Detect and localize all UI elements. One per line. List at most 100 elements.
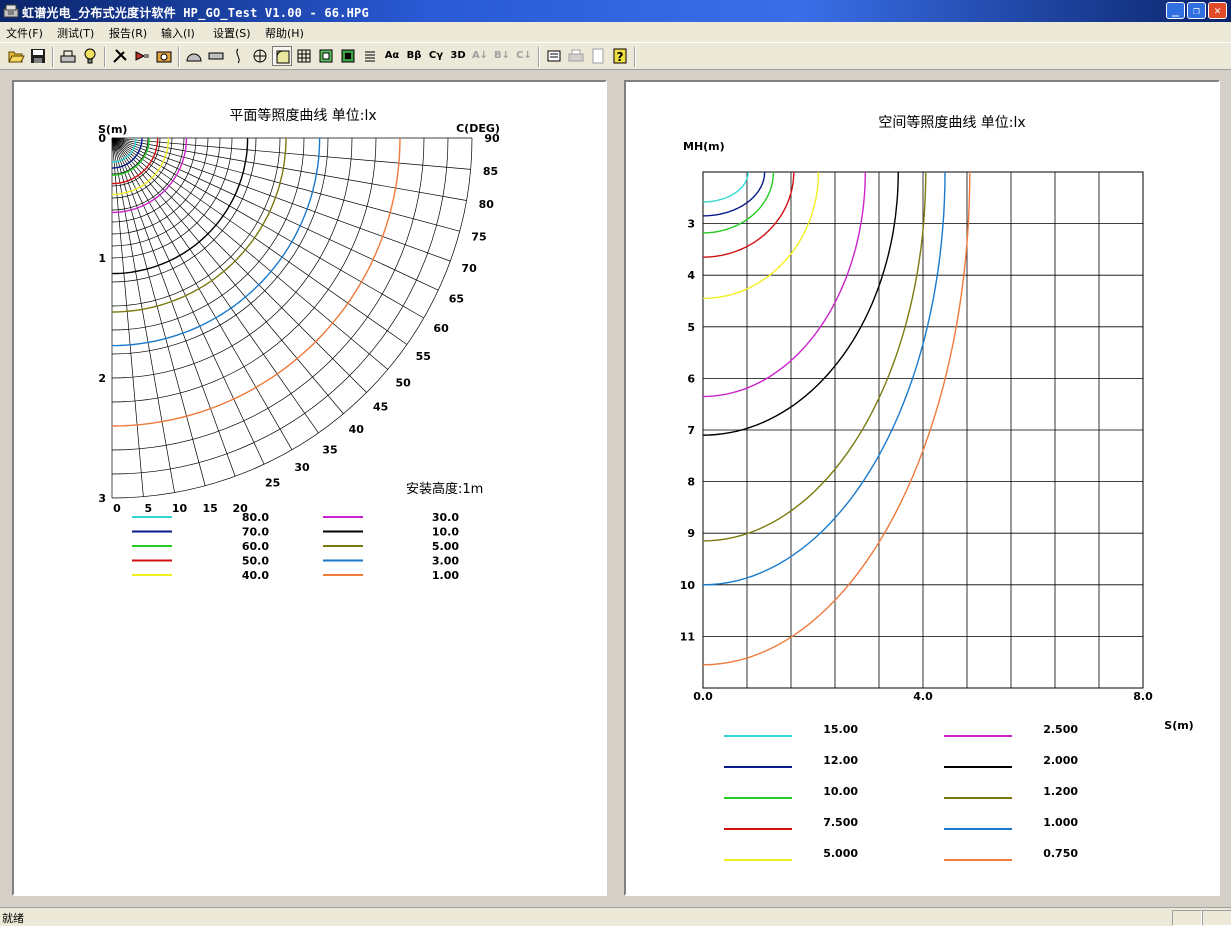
legend-label: 70.0 bbox=[242, 526, 269, 539]
b-beta-button[interactable]: Bβ bbox=[404, 46, 424, 66]
box-icon bbox=[319, 49, 333, 63]
legend-label: 10.0 bbox=[432, 526, 459, 539]
polar-tick-labels: 01230 5 10 15 202530354045505560657075808590 bbox=[98, 132, 500, 515]
stack-icon bbox=[365, 51, 375, 62]
menu-report[interactable]: 报告(R) bbox=[109, 25, 147, 41]
legend-label: 0.750 bbox=[1043, 847, 1078, 860]
menu-test[interactable]: 测试(T) bbox=[57, 25, 94, 41]
minimize-button[interactable]: _ bbox=[1166, 2, 1185, 19]
y-tick-label: 11 bbox=[680, 630, 695, 643]
window-title: 虹谱光电_分布式光度计软件 HP_GO_Test V1.00 - 66.HPG bbox=[22, 6, 369, 20]
status-panel bbox=[1202, 910, 1231, 926]
globe-button[interactable] bbox=[250, 46, 270, 66]
y-tick-label: 10 bbox=[680, 579, 696, 592]
radius-tick-label: 3 bbox=[98, 492, 106, 505]
angle-tick-label: 75 bbox=[471, 230, 486, 243]
isolux-curve bbox=[702, 171, 866, 398]
polar-grid bbox=[111, 137, 473, 499]
spatial-isolux-chart: 空间等照度曲线 单位:lx MH(m) S(m) 3 4 5 6 7 8 9 10 11 0.0 4… bbox=[680, 114, 1194, 861]
angle-tick-label: 80 bbox=[479, 198, 495, 211]
y-tick-label: 7 bbox=[687, 424, 695, 437]
measure-icon bbox=[60, 50, 76, 63]
stack-button[interactable] bbox=[360, 46, 380, 66]
print-button[interactable] bbox=[566, 46, 586, 66]
x-axis-label: S(m) bbox=[1164, 719, 1193, 732]
print-icon bbox=[568, 49, 584, 62]
radial-spoke bbox=[111, 137, 424, 319]
grid-button[interactable] bbox=[294, 46, 314, 66]
isolux-curve bbox=[702, 171, 899, 436]
menu-settings[interactable]: 设置(S) bbox=[213, 25, 251, 41]
lamp-button[interactable] bbox=[80, 46, 100, 66]
open-folder-icon bbox=[8, 51, 25, 63]
luminance-icon bbox=[186, 53, 202, 62]
globe-icon bbox=[253, 49, 267, 63]
status-panel bbox=[1172, 910, 1202, 926]
angle-tick-label: 15 bbox=[203, 502, 218, 515]
3d-button[interactable]: 3D bbox=[448, 46, 468, 66]
angle-tick-label: 50 bbox=[395, 376, 411, 389]
angle-tick-label: 40 bbox=[349, 423, 365, 436]
measure-button[interactable] bbox=[58, 46, 78, 66]
box2-button[interactable] bbox=[338, 46, 358, 66]
space-legend: 15.00 12.00 10.00 7.500 5.000 2.500 2.000 1.200… bbox=[724, 723, 1078, 861]
y-tick-label: 8 bbox=[687, 476, 695, 489]
angle-tick-label: 60 bbox=[433, 322, 449, 335]
restore-button[interactable]: ❐ bbox=[1187, 2, 1206, 19]
isolux-curve bbox=[702, 171, 971, 666]
space-tick-labels: 3 4 5 6 7 8 9 10 11 0.0 4.0 8.0 bbox=[680, 218, 1153, 703]
open-button[interactable] bbox=[6, 46, 26, 66]
lamp-direction-button[interactable] bbox=[132, 46, 152, 66]
legend-label: 5.00 bbox=[432, 540, 459, 553]
legend-label: 60.0 bbox=[242, 540, 269, 553]
polar-legend: 80.0 70.060.0 50.040.0 30.0 10.05.00 3.001.00 bbox=[132, 511, 459, 582]
y-tick-label: 6 bbox=[687, 372, 695, 385]
help-icon: ? bbox=[613, 48, 627, 64]
curve-icon bbox=[236, 48, 240, 64]
legend-label: 7.500 bbox=[823, 816, 858, 829]
preview-icon bbox=[592, 48, 604, 64]
c-down-button[interactable]: C↓ bbox=[514, 46, 534, 66]
lamp-direction-icon bbox=[135, 51, 149, 61]
angle-tick-label: 35 bbox=[322, 443, 337, 456]
y-tick-label: 5 bbox=[687, 321, 695, 334]
menu-input[interactable]: 输入(I) bbox=[161, 25, 195, 41]
radius-tick-label: 0 bbox=[98, 132, 106, 145]
report-button[interactable] bbox=[544, 46, 564, 66]
c-gamma-button[interactable]: Cγ bbox=[426, 46, 446, 66]
close-button[interactable]: ✕ bbox=[1208, 2, 1227, 19]
help-button[interactable]: ? bbox=[610, 46, 630, 66]
luminance-button[interactable] bbox=[184, 46, 204, 66]
isoilluminance-button[interactable] bbox=[272, 46, 292, 66]
toolbar: Aα Bβ Cγ 3D A↓ B↓ C↓ ? bbox=[0, 42, 1231, 70]
svg-text:?: ? bbox=[617, 50, 624, 64]
box2-icon bbox=[341, 49, 355, 63]
menu-help[interactable]: 帮助(H) bbox=[265, 25, 304, 41]
a-alpha-button[interactable]: Aα bbox=[382, 46, 402, 66]
legend-label: 50.0 bbox=[242, 555, 269, 568]
legend-label: 2.500 bbox=[1043, 723, 1078, 736]
legend-label: 1.200 bbox=[1043, 785, 1078, 798]
legend-label: 12.00 bbox=[823, 754, 858, 767]
space-grid bbox=[702, 171, 1144, 689]
angle-tick-label: 85 bbox=[483, 165, 498, 178]
minimize-icon: _ bbox=[1172, 4, 1179, 17]
angle-tick-label: 65 bbox=[449, 293, 464, 306]
tools-button[interactable] bbox=[110, 46, 130, 66]
save-button[interactable] bbox=[28, 46, 48, 66]
isolux-curve bbox=[703, 172, 749, 203]
lamp-icon bbox=[84, 48, 96, 64]
preview-button[interactable] bbox=[588, 46, 608, 66]
y-tick-label: 4 bbox=[687, 269, 695, 282]
angle-tick-label: 45 bbox=[373, 401, 388, 414]
menu-file[interactable]: 文件(F) bbox=[6, 25, 43, 41]
photometer-button[interactable] bbox=[154, 46, 174, 66]
legend-label: 2.000 bbox=[1043, 754, 1078, 767]
b-down-button[interactable]: B↓ bbox=[492, 46, 512, 66]
curve-button[interactable] bbox=[228, 46, 248, 66]
close-icon: ✕ bbox=[1214, 4, 1221, 17]
planar-isolux-chart: 平面等照度曲线 单位:lx S(m) C(DEG) 安装高度:1m 01230 5… bbox=[98, 107, 500, 582]
box-button[interactable] bbox=[316, 46, 336, 66]
bar-button[interactable] bbox=[206, 46, 226, 66]
a-down-button[interactable]: A↓ bbox=[470, 46, 490, 66]
